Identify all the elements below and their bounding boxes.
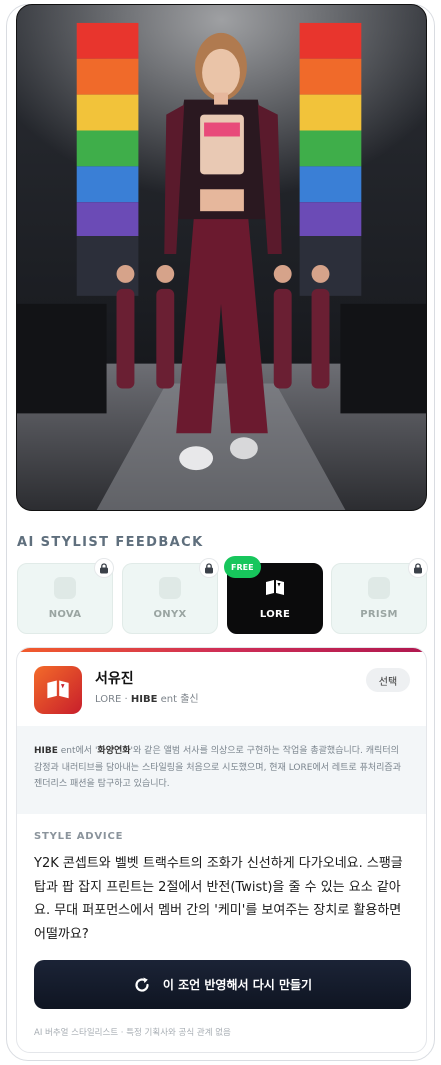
tab-lore[interactable]: LORE FREE bbox=[224, 556, 323, 634]
stylist-icon bbox=[159, 577, 181, 599]
tab-onyx[interactable]: ONYX bbox=[122, 558, 219, 634]
tab-label: ONYX bbox=[153, 609, 187, 620]
regenerate-button[interactable]: 이 조언 반영해서 다시 만들기 bbox=[34, 960, 411, 1009]
card-accent-bar bbox=[17, 648, 426, 652]
lock-icon bbox=[94, 558, 114, 578]
stylist-avatar bbox=[34, 666, 82, 714]
regenerate-button-label: 이 조언 반영해서 다시 만들기 bbox=[162, 978, 313, 992]
tab-label: LORE bbox=[259, 609, 291, 620]
refresh-icon bbox=[135, 977, 149, 992]
open-book-icon bbox=[264, 577, 286, 599]
section-title: AI STYLIST FEEDBACK bbox=[17, 535, 204, 550]
stylist-icon bbox=[54, 577, 76, 599]
tab-label: PRISM bbox=[360, 609, 398, 620]
stylist-icon bbox=[368, 577, 390, 599]
select-button[interactable]: 선택 bbox=[366, 668, 410, 692]
lock-icon bbox=[199, 558, 219, 578]
disclaimer-text: AI 버추얼 스타일리스트 · 특정 기획사와 공식 관계 없음 bbox=[34, 1028, 231, 1038]
style-advice-text: Y2K 콘셉트와 벨벳 트랙수트의 조화가 신선하게 다가오네요. 스팽글 탑과… bbox=[34, 856, 403, 942]
stylist-feedback-card: 서유진 LORE · HIBE ent 출신 선택 HIBE ent에서 '화양… bbox=[16, 647, 427, 1053]
tab-nova[interactable]: NOVA bbox=[17, 558, 114, 634]
tab-label: NOVA bbox=[48, 609, 82, 620]
lock-icon bbox=[408, 558, 428, 578]
tab-prism[interactable]: PRISM bbox=[331, 558, 428, 634]
style-advice-heading: STYLE ADVICE bbox=[34, 831, 124, 842]
open-book-icon bbox=[47, 680, 69, 699]
free-badge: FREE bbox=[224, 556, 261, 578]
generated-outfit-image[interactable] bbox=[16, 4, 427, 511]
stylist-bio: HIBE ent에서 '화양연화'와 같은 앨범 서사를 의상으로 구현하는 작… bbox=[17, 726, 426, 814]
stylist-affiliation: LORE · HIBE ent 출신 bbox=[95, 694, 199, 705]
stylist-name: 서유진 bbox=[95, 671, 134, 687]
